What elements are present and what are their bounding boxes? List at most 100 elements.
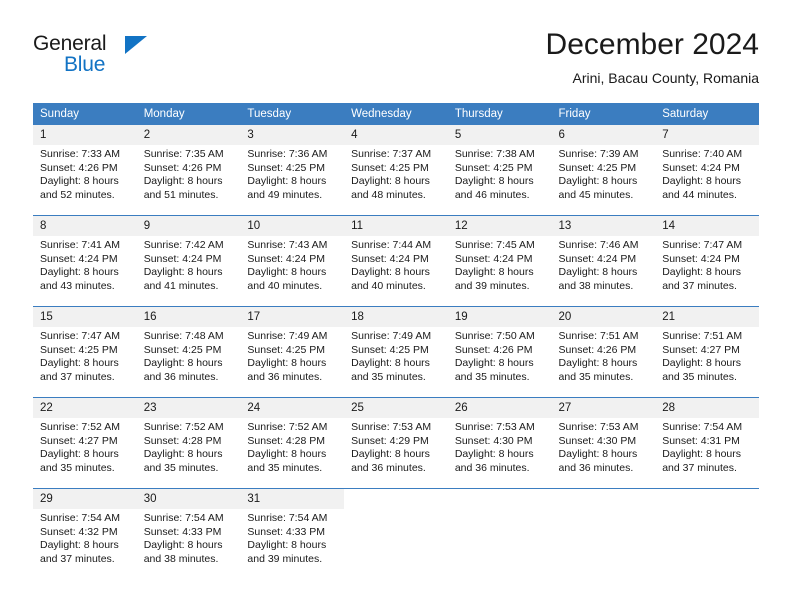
daylight-text-line2: and 41 minutes. [143, 279, 219, 292]
logo-triangle-icon [125, 36, 147, 54]
day-cell[interactable]: 22 Sunrise: 7:52 AM Sunset: 4:27 PM Dayligh… [33, 397, 137, 489]
daylight-text-line1: Daylight: 8 hours [558, 266, 638, 279]
sunset-text: Sunset: 4:24 PM [454, 252, 533, 265]
day-cell[interactable]: 26 Sunrise: 7:53 AM Sunset: 4:30 PM Dayligh… [447, 397, 552, 489]
day-cell[interactable]: 12 Sunrise: 7:45 AM Sunset: 4:24 PM Dayligh… [447, 215, 552, 307]
day-number: 3 [240, 125, 345, 145]
calendar-header-row: Sunday Monday Tuesday Wednesday Thursday… [33, 103, 759, 125]
day-number: 16 [136, 307, 241, 327]
daylight-text-line2: and 52 minutes. [40, 188, 115, 201]
day-cell[interactable]: 14 Sunrise: 7:47 AM Sunset: 4:24 PM Dayligh… [655, 215, 759, 307]
day-cell[interactable]: 17 Sunrise: 7:49 AM Sunset: 4:25 PM Dayligh… [240, 306, 345, 398]
sunrise-text: Sunrise: 7:49 AM [247, 330, 328, 342]
day-details: Sunrise: 7:38 AM Sunset: 4:25 PM Daylight:… [448, 145, 552, 202]
day-cell[interactable]: 27 Sunrise: 7:53 AM Sunset: 4:30 PM Dayligh… [551, 397, 656, 489]
day-number [655, 489, 759, 495]
daylight-text-line2: and 44 minutes. [662, 188, 737, 201]
day-number: 22 [33, 398, 137, 418]
daylight-text-line1: Daylight: 8 hours [662, 448, 742, 461]
day-number: 29 [33, 489, 137, 509]
day-number [344, 489, 448, 495]
day-details: Sunrise: 7:48 AM Sunset: 4:25 PM Daylight:… [137, 327, 241, 384]
sunset-text: Sunset: 4:24 PM [247, 252, 326, 265]
week-row: 15 Sunrise: 7:47 AM Sunset: 4:25 PM Dayligh… [33, 306, 759, 398]
day-cell[interactable]: 23 Sunrise: 7:52 AM Sunset: 4:28 PM Dayligh… [136, 397, 241, 489]
sunrise-text: Sunrise: 7:47 AM [40, 330, 120, 342]
day-details: Sunrise: 7:54 AM Sunset: 4:33 PM Daylight:… [137, 509, 241, 566]
sunrise-text: Sunrise: 7:47 AM [662, 239, 743, 251]
day-details: Sunrise: 7:51 AM Sunset: 4:27 PM Daylight:… [655, 327, 759, 384]
daylight-text-line1: Daylight: 8 hours [247, 539, 327, 552]
daylight-text-line2: and 51 minutes. [143, 188, 219, 201]
weekday-header-sunday: Sunday [33, 103, 137, 125]
sunrise-text: Sunrise: 7:50 AM [454, 330, 535, 342]
day-number: 7 [655, 125, 759, 145]
sunset-text: Sunset: 4:29 PM [351, 434, 429, 447]
day-cell[interactable]: 30 Sunrise: 7:54 AM Sunset: 4:33 PM Dayligh… [136, 488, 241, 579]
sunset-text: Sunset: 4:25 PM [247, 343, 326, 356]
day-cell[interactable]: 4 Sunrise: 7:37 AM Sunset: 4:25 PM Daylight… [344, 125, 448, 216]
day-details: Sunrise: 7:36 AM Sunset: 4:25 PM Daylight:… [240, 145, 344, 202]
day-details: Sunrise: 7:54 AM Sunset: 4:33 PM Daylight:… [240, 509, 344, 566]
sunrise-text: Sunrise: 7:44 AM [351, 239, 432, 251]
day-details: Sunrise: 7:35 AM Sunset: 4:26 PM Daylight:… [137, 145, 241, 202]
day-cell[interactable]: 31 Sunrise: 7:54 AM Sunset: 4:33 PM Dayligh… [240, 488, 345, 579]
day-cell[interactable]: 24 Sunrise: 7:52 AM Sunset: 4:28 PM Dayligh… [240, 397, 345, 489]
day-cell[interactable]: 3 Sunrise: 7:36 AM Sunset: 4:25 PM Daylight… [240, 125, 345, 216]
day-cell[interactable]: 10 Sunrise: 7:43 AM Sunset: 4:24 PM Dayligh… [240, 215, 345, 307]
day-cell[interactable]: 2 Sunrise: 7:35 AM Sunset: 4:26 PM Daylight… [136, 125, 241, 216]
sunrise-text: Sunrise: 7:49 AM [351, 330, 432, 342]
day-cell[interactable]: 6 Sunrise: 7:39 AM Sunset: 4:25 PM Daylight… [551, 125, 656, 216]
sunrise-text: Sunrise: 7:48 AM [143, 330, 224, 342]
daylight-text-line1: Daylight: 8 hours [351, 448, 430, 461]
sunset-text: Sunset: 4:24 PM [351, 252, 429, 265]
sunset-text: Sunset: 4:24 PM [558, 252, 637, 265]
day-cell[interactable]: 11 Sunrise: 7:44 AM Sunset: 4:24 PM Dayligh… [344, 215, 448, 307]
day-cell[interactable]: 1 Sunrise: 7:33 AM Sunset: 4:26 PM Daylight… [33, 125, 137, 216]
daylight-text-line1: Daylight: 8 hours [40, 357, 119, 370]
daylight-text-line1: Daylight: 8 hours [662, 266, 742, 279]
day-cell[interactable]: 16 Sunrise: 7:48 AM Sunset: 4:25 PM Dayligh… [136, 306, 241, 398]
sunrise-text: Sunrise: 7:45 AM [454, 239, 535, 251]
daylight-text-line1: Daylight: 8 hours [454, 448, 534, 461]
page-header: General Blue December 2024 Arini, Bacau … [0, 0, 792, 87]
day-cell[interactable]: 19 Sunrise: 7:50 AM Sunset: 4:26 PM Dayligh… [447, 306, 552, 398]
sunrise-text: Sunrise: 7:52 AM [143, 421, 224, 433]
day-number [448, 489, 552, 495]
day-cell[interactable]: 18 Sunrise: 7:49 AM Sunset: 4:25 PM Dayligh… [344, 306, 448, 398]
generalblue-logo[interactable]: General Blue [33, 32, 153, 78]
day-cell-empty [447, 488, 552, 579]
daylight-text-line1: Daylight: 8 hours [247, 357, 327, 370]
day-cell[interactable]: 5 Sunrise: 7:38 AM Sunset: 4:25 PM Daylight… [447, 125, 552, 216]
day-details: Sunrise: 7:51 AM Sunset: 4:26 PM Daylight:… [552, 327, 656, 384]
day-cell[interactable]: 9 Sunrise: 7:42 AM Sunset: 4:24 PM Daylight… [136, 215, 241, 307]
day-cell[interactable]: 20 Sunrise: 7:51 AM Sunset: 4:26 PM Dayligh… [551, 306, 656, 398]
day-cell-empty [655, 488, 759, 579]
day-cell[interactable]: 7 Sunrise: 7:40 AM Sunset: 4:24 PM Daylight… [655, 125, 759, 216]
sunrise-text: Sunrise: 7:51 AM [662, 330, 743, 342]
day-details: Sunrise: 7:53 AM Sunset: 4:29 PM Daylight:… [344, 418, 448, 475]
sunset-text: Sunset: 4:25 PM [558, 161, 637, 174]
day-cell[interactable]: 15 Sunrise: 7:47 AM Sunset: 4:25 PM Dayligh… [33, 306, 137, 398]
daylight-text-line2: and 35 minutes. [247, 461, 323, 474]
daylight-text-line2: and 36 minutes. [454, 461, 530, 474]
day-cell[interactable]: 28 Sunrise: 7:54 AM Sunset: 4:31 PM Dayligh… [655, 397, 759, 489]
day-details: Sunrise: 7:52 AM Sunset: 4:28 PM Daylight:… [137, 418, 241, 475]
day-cell[interactable]: 13 Sunrise: 7:46 AM Sunset: 4:24 PM Dayligh… [551, 215, 656, 307]
day-cell[interactable]: 25 Sunrise: 7:53 AM Sunset: 4:29 PM Dayligh… [344, 397, 448, 489]
day-details: Sunrise: 7:50 AM Sunset: 4:26 PM Daylight:… [448, 327, 552, 384]
sunset-text: Sunset: 4:25 PM [351, 161, 429, 174]
daylight-text-line1: Daylight: 8 hours [558, 357, 638, 370]
daylight-text-line2: and 48 minutes. [351, 188, 426, 201]
day-cell[interactable]: 21 Sunrise: 7:51 AM Sunset: 4:27 PM Dayligh… [655, 306, 759, 398]
sunset-text: Sunset: 4:27 PM [40, 434, 118, 447]
daylight-text-line1: Daylight: 8 hours [662, 175, 742, 188]
day-number: 26 [447, 398, 552, 418]
daylight-text-line2: and 37 minutes. [40, 370, 115, 383]
day-cell[interactable]: 8 Sunrise: 7:41 AM Sunset: 4:24 PM Daylight… [33, 215, 137, 307]
sunrise-text: Sunrise: 7:35 AM [143, 148, 224, 160]
day-cell[interactable]: 29 Sunrise: 7:54 AM Sunset: 4:32 PM Dayligh… [33, 488, 137, 579]
day-details: Sunrise: 7:53 AM Sunset: 4:30 PM Daylight:… [552, 418, 656, 475]
calendar-body: 1 Sunrise: 7:33 AM Sunset: 4:26 PM Daylight… [33, 125, 759, 579]
daylight-text-line2: and 38 minutes. [143, 552, 219, 565]
